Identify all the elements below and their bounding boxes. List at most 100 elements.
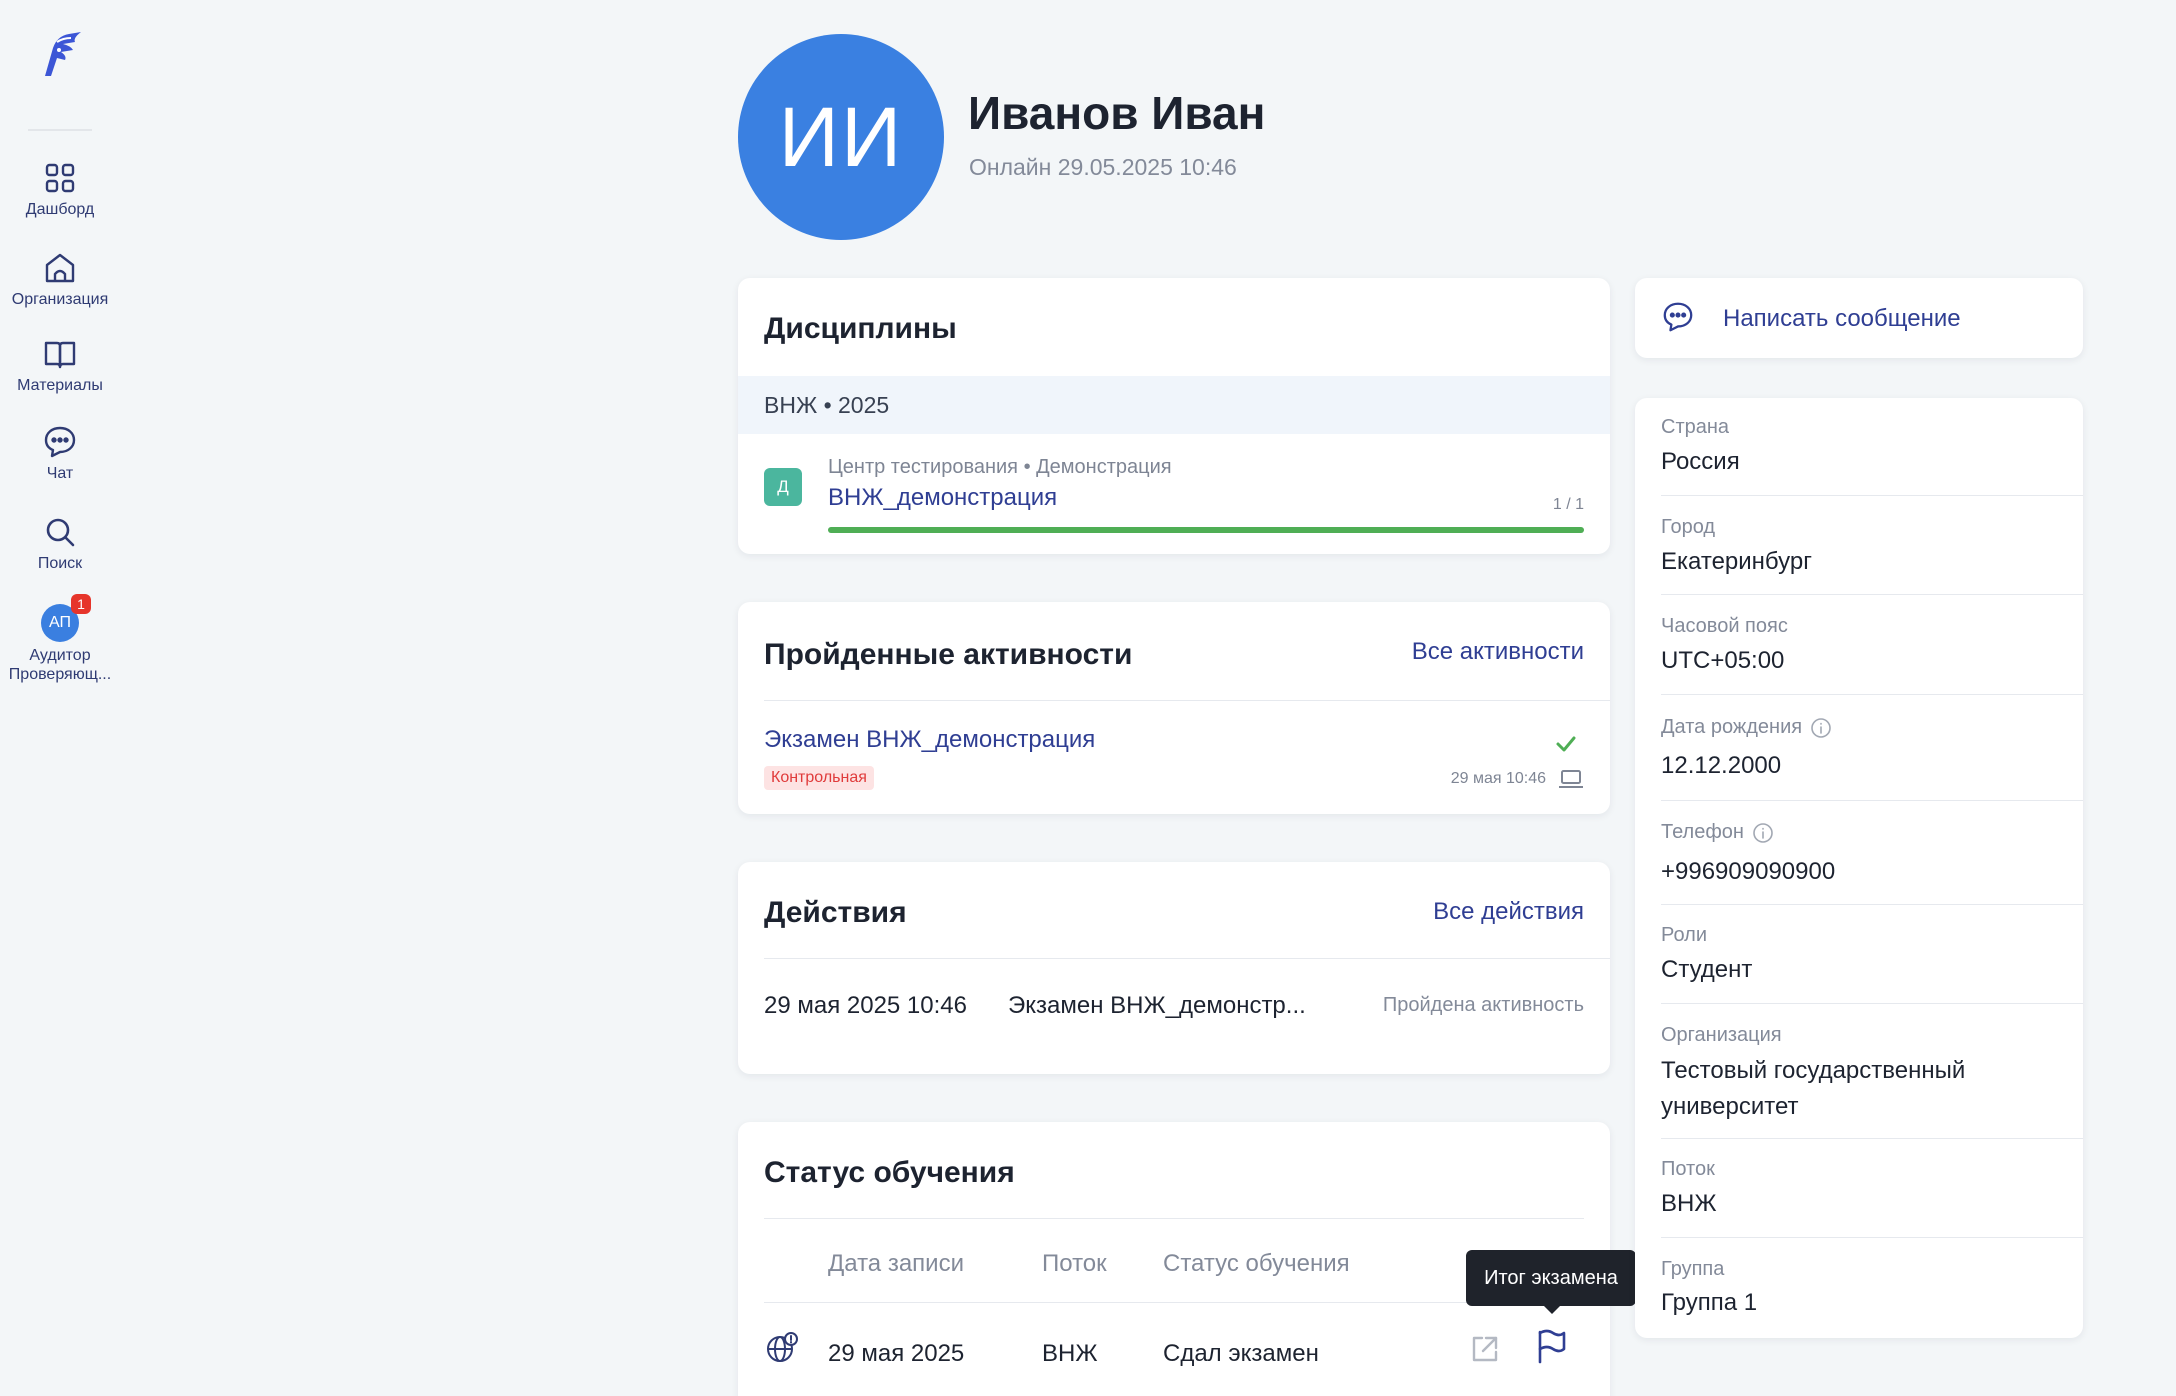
card-title: Статус обучения — [764, 1156, 1015, 1189]
info-label-text: Дата рождения — [1661, 716, 1803, 738]
write-message-button[interactable]: Написать сообщение — [1635, 278, 2083, 358]
divider — [764, 700, 1610, 701]
divider — [1661, 1237, 2083, 1238]
info-label-timezone: Часовой пояс — [1661, 615, 1788, 637]
sidebar-item-materials[interactable]: Материалы — [0, 336, 120, 395]
chat-icon — [1663, 302, 1693, 332]
discipline-group-label: ВНЖ • 2025 — [764, 392, 890, 418]
search-icon — [46, 518, 75, 547]
info-label-stream: Поток — [1661, 1158, 1715, 1180]
all-activities-link[interactable]: Все активности — [1412, 638, 1584, 666]
sidebar-item-label: Аудитор Проверяющ... — [8, 647, 112, 683]
flag-icon[interactable] — [1533, 1328, 1569, 1366]
book-icon — [44, 341, 76, 369]
sidebar-item-chat[interactable]: Чат — [0, 424, 120, 483]
laptop-icon — [1559, 770, 1583, 788]
column-header-status: Статус обучения — [1163, 1250, 1350, 1277]
info-label-text: Телефон — [1661, 821, 1744, 843]
profile-online-status: Онлайн 29.05.2025 10:46 — [969, 154, 1237, 180]
organization-icon — [45, 253, 75, 283]
discipline-link[interactable]: ВНЖ_демонстрация — [828, 484, 1057, 512]
card-title: Дисциплины — [764, 312, 957, 345]
divider — [764, 958, 1610, 959]
sidebar-item-label: Материалы — [17, 377, 103, 394]
info-label-group: Группа — [1661, 1258, 1725, 1280]
info-value-phone[interactable]: +996909090900 — [1661, 854, 1835, 890]
divider — [764, 1302, 1584, 1303]
progress-fill — [828, 527, 1584, 533]
column-header-stream: Поток — [1042, 1250, 1107, 1277]
divider — [1661, 694, 2083, 695]
column-header-date: Дата записи — [828, 1250, 964, 1277]
profile-initials: ИИ — [778, 89, 904, 184]
sidebar-divider — [28, 129, 92, 131]
info-label-birthday: Дата рождения — [1661, 716, 1832, 739]
sidebar-item-label: Чат — [46, 465, 74, 482]
sidebar-item-label: Организация — [11, 291, 109, 308]
avatar-initials: АП — [49, 614, 71, 631]
logo-icon[interactable] — [33, 28, 87, 82]
info-label-city: Город — [1661, 516, 1716, 538]
status-date: 29 мая 2025 — [828, 1340, 965, 1367]
info-value-city: Екатеринбург — [1661, 548, 1812, 575]
all-actions-link[interactable]: Все действия — [1433, 898, 1584, 926]
sidebar-item-label: Поиск — [37, 555, 83, 572]
sidebar-item-search[interactable]: Поиск — [0, 514, 120, 573]
sidebar-item-dashboard[interactable]: Дашборд — [0, 160, 120, 219]
activity-tag: Контрольная — [764, 766, 874, 790]
action-name: Экзамен ВНЖ_демонстр... — [1008, 992, 1306, 1019]
divider — [1661, 594, 2083, 595]
status-stream-link[interactable]: ВНЖ — [1042, 1340, 1098, 1368]
status-value: Сдал экзамен — [1163, 1340, 1319, 1367]
info-icon[interactable] — [1810, 717, 1832, 739]
card-title: Действия — [764, 896, 907, 929]
external-link-icon[interactable] — [1468, 1332, 1502, 1366]
info-value-roles: Студент — [1661, 956, 1753, 983]
check-icon — [1556, 736, 1576, 752]
info-value-timezone: UTC+05:00 — [1661, 647, 1785, 674]
chat-icon — [44, 426, 76, 458]
info-value-birthday: 12.12.2000 — [1661, 752, 1782, 779]
info-value-group[interactable]: Группа 1 — [1661, 1285, 1757, 1321]
profile-name: Иванов Иван — [968, 87, 1266, 139]
actions-card: Действия Все действия 29 мая 2025 10:46 … — [738, 862, 1610, 1074]
discipline-group-header: ВНЖ • 2025 — [738, 376, 1610, 434]
exam-result-tooltip: Итог экзамена — [1466, 1250, 1636, 1314]
info-value-organization[interactable]: Тестовый государственный университет — [1661, 1053, 2021, 1125]
sidebar-item-label: Дашборд — [25, 201, 95, 218]
discipline-badge: Д — [764, 468, 802, 506]
divider — [1661, 1003, 2083, 1004]
activity-link[interactable]: Экзамен ВНЖ_демонстрация — [764, 726, 1095, 754]
info-label-organization: Организация — [1661, 1024, 1782, 1046]
notification-badge: 1 — [71, 594, 91, 614]
activity-date: 29 мая 10:46 — [1450, 770, 1546, 787]
avatar: АП 1 — [41, 594, 91, 642]
info-value-country: Россия — [1661, 448, 1740, 475]
sidebar-item-organization[interactable]: Организация — [0, 250, 120, 309]
info-label-phone: Телефон — [1661, 821, 1774, 844]
discipline-subtitle: Центр тестирования • Демонстрация — [828, 456, 1172, 478]
info-label-country: Страна — [1661, 416, 1730, 438]
info-label-roles: Роли — [1661, 924, 1707, 946]
info-value-stream[interactable]: ВНЖ — [1661, 1186, 1717, 1222]
sidebar: Дашборд Организация Материалы Чат Поиск … — [0, 0, 120, 1396]
activities-card: Пройденные активности Все активности Экз… — [738, 602, 1610, 814]
divider — [764, 1218, 1584, 1219]
divider — [1661, 904, 2083, 905]
user-info-card: Страна Россия Город Екатеринбург Часовой… — [1635, 398, 2083, 1338]
divider — [1661, 1138, 2083, 1139]
profile-avatar: ИИ — [738, 34, 944, 240]
disciplines-card: Дисциплины ВНЖ • 2025 Д Центр тестирован… — [738, 278, 1610, 554]
grid-icon — [45, 163, 75, 193]
write-message-label: Написать сообщение — [1723, 305, 1961, 332]
divider — [1661, 495, 2083, 496]
globe-icon — [767, 1332, 798, 1362]
action-date: 29 мая 2025 10:46 — [764, 992, 967, 1019]
discipline-progress-bar — [828, 527, 1584, 533]
sidebar-item-user[interactable]: АП 1 Аудитор Проверяющ... — [0, 594, 120, 684]
discipline-count: 1 / 1 — [1552, 496, 1584, 513]
divider — [1661, 800, 2083, 801]
action-status: Пройдена активность — [1382, 994, 1584, 1016]
info-icon[interactable] — [1752, 822, 1774, 844]
card-title: Пройденные активности — [764, 638, 1133, 671]
